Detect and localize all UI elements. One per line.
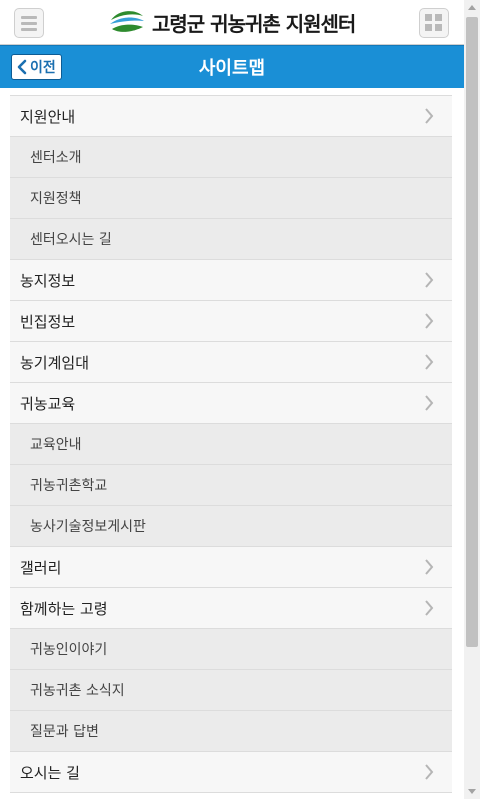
chevron-right-icon — [425, 600, 434, 616]
sitemap-item-label: 귀농귀촌학교 — [30, 478, 108, 494]
sitemap-item-support-info[interactable]: 지원안내 — [10, 96, 452, 137]
scrollbar-thumb[interactable] — [466, 17, 478, 647]
apps-grid-icon[interactable] — [419, 8, 449, 38]
logo-text: 고령군 귀농귀촌 지원센터 — [152, 11, 356, 36]
sitemap-item-label: 갤러리 — [20, 558, 62, 577]
sitemap-item-label: 농기계임대 — [20, 353, 90, 372]
sitemap-item-machinery-rental[interactable]: 농기계임대 — [10, 342, 452, 383]
vertical-scrollbar[interactable] — [464, 0, 480, 799]
scroll-up-arrow-icon[interactable] — [464, 0, 480, 16]
sitemap-item-label: 센터오시는 길 — [30, 232, 112, 248]
sitemap-item-farming-education[interactable]: 귀농교육 — [10, 383, 452, 424]
page-title: 사이트맵 — [198, 58, 266, 79]
sitemap-item-farmland-info[interactable]: 농지정보 — [10, 260, 452, 301]
sitemap-item-label: 농지정보 — [20, 271, 76, 290]
sitemap-list: 지원안내 센터소개 지원정책 센터오시는 길 농지정보 빈집정보 농기계임대 귀… — [10, 95, 452, 793]
logo-emblem-icon — [109, 8, 145, 36]
sitemap-item-label: 센터소개 — [30, 150, 82, 166]
sitemap-item-label: 지원정책 — [30, 191, 82, 207]
sitemap-item-label: 귀농귀촌 소식지 — [30, 683, 125, 699]
sitemap-subitem-farming-tech-board[interactable]: 농사기술정보게시판 — [10, 506, 452, 547]
chevron-right-icon — [425, 559, 434, 575]
sitemap-subitem-center-directions[interactable]: 센터오시는 길 — [10, 219, 452, 260]
sitemap-item-label: 지원안내 — [20, 107, 76, 126]
menu-icon[interactable] — [14, 8, 44, 38]
sitemap-item-label: 함께하는 고령 — [20, 599, 108, 618]
title-bar: 이전 사이트맵 — [0, 45, 464, 88]
chevron-right-icon — [425, 108, 434, 124]
sitemap-subitem-newsletter[interactable]: 귀농귀촌 소식지 — [10, 670, 452, 711]
sitemap-item-together-goryeong[interactable]: 함께하는 고령 — [10, 588, 452, 629]
site-logo[interactable]: 고령군 귀농귀촌 지원센터 — [108, 6, 356, 38]
chevron-right-icon — [425, 395, 434, 411]
sitemap-subitem-farming-school[interactable]: 귀농귀촌학교 — [10, 465, 452, 506]
sitemap-subitem-center-intro[interactable]: 센터소개 — [10, 137, 452, 178]
sitemap-subitem-qna[interactable]: 질문과 답변 — [10, 711, 452, 752]
chevron-right-icon — [425, 313, 434, 329]
sitemap-item-label: 귀농인이야기 — [30, 642, 108, 658]
sitemap-subitem-support-policy[interactable]: 지원정책 — [10, 178, 452, 219]
chevron-right-icon — [425, 764, 434, 780]
sitemap-item-gallery[interactable]: 갤러리 — [10, 547, 452, 588]
sitemap-item-label: 교육안내 — [30, 437, 82, 453]
sitemap-item-label: 빈집정보 — [20, 312, 76, 331]
sitemap-item-label: 농사기술정보게시판 — [30, 519, 146, 535]
scroll-down-arrow-icon[interactable] — [464, 783, 480, 799]
sitemap-subitem-education-info[interactable]: 교육안내 — [10, 424, 452, 465]
sitemap-item-label: 질문과 답변 — [30, 724, 99, 740]
sitemap-item-vacant-house-info[interactable]: 빈집정보 — [10, 301, 452, 342]
sitemap-item-label: 오시는 길 — [20, 763, 80, 782]
sitemap-item-directions[interactable]: 오시는 길 — [10, 752, 452, 793]
chevron-right-icon — [425, 354, 434, 370]
chevron-right-icon — [425, 272, 434, 288]
sitemap-item-label: 귀농교육 — [20, 394, 76, 413]
top-header: 고령군 귀농귀촌 지원센터 — [0, 0, 464, 45]
sitemap-subitem-farmer-stories[interactable]: 귀농인이야기 — [10, 629, 452, 670]
